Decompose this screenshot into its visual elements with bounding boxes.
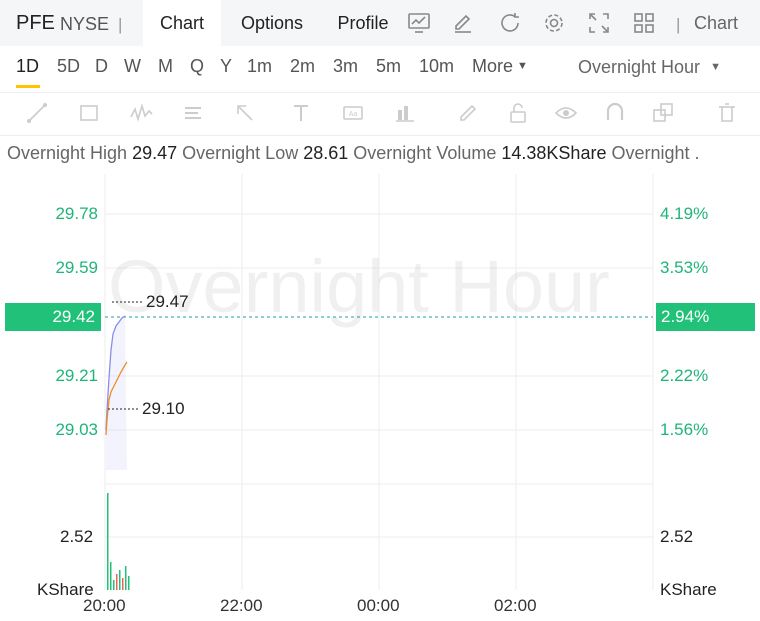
price-tick: 29.59 [55,258,98,277]
volume-bar [113,580,115,590]
pct-tick: 1.56% [660,420,709,439]
pct-tick: 3.53% [660,258,709,277]
price-tick: 29.21 [55,366,98,385]
time-tick: 22:00 [220,596,263,615]
price-tick: 29.03 [55,420,98,439]
price-tick: 29.78 [55,204,98,223]
current-pct-badge: 2.94% [656,303,755,331]
volume-bar [107,493,109,590]
session-watermark: Overnight Hour [108,245,610,328]
volume-bar [125,566,127,590]
chart-grid [104,174,654,590]
current-price-badge: 29.42 [5,303,101,331]
volume-bar [119,570,121,590]
pct-tick: 2.22% [660,366,709,385]
price-area [106,316,127,470]
volume-tick-left: 2.52 [60,527,94,546]
high-annotation: 29.47 [146,292,189,311]
time-tick: 02:00 [494,596,537,615]
volume-bars [107,493,130,590]
time-tick: 20:00 [83,596,126,615]
time-tick: 00:00 [357,596,400,615]
volume-bar [122,578,124,590]
volume-bar [128,576,130,590]
volume-tick-right: 2.52 [660,527,694,546]
volume-bar [110,562,112,590]
volume-bar [116,574,118,590]
low-annotation: 29.10 [142,399,185,418]
volume-unit-right: KShare [660,580,717,599]
pct-tick: 4.19% [660,204,709,223]
